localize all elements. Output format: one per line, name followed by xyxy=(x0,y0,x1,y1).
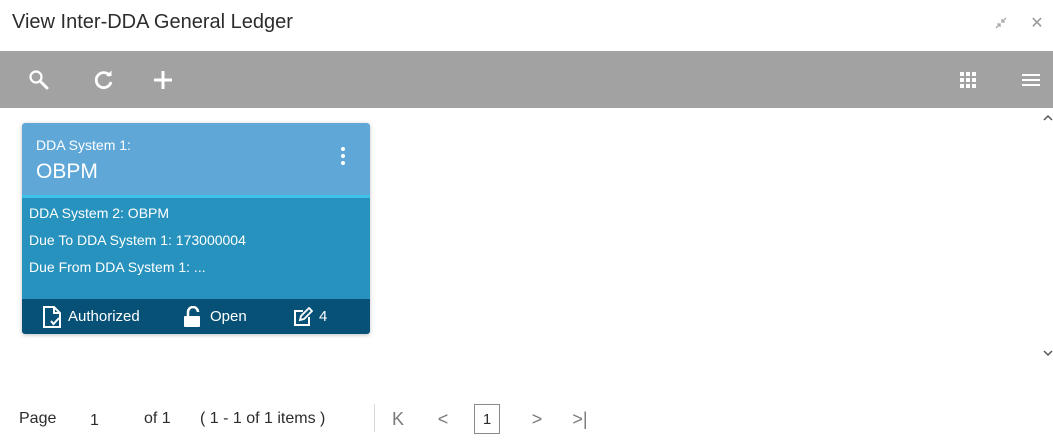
title-bar: View Inter-DDA General Ledger ✕ xyxy=(0,0,1053,50)
first-page-button[interactable]: K xyxy=(388,407,408,431)
open-status: Open xyxy=(182,299,247,334)
dda-system-1-label: DDA System 1: xyxy=(36,137,131,153)
window-title: View Inter-DDA General Ledger xyxy=(12,11,293,33)
previous-page-button[interactable]: < xyxy=(433,407,453,431)
collapse-icon[interactable] xyxy=(990,12,1012,34)
pagination-bar: Page 1 of 1 ( 1 - 1 of 1 items ) K < 1 >… xyxy=(0,398,1053,438)
page-label: Page xyxy=(19,410,57,427)
add-icon[interactable] xyxy=(148,65,178,95)
card-header: DDA System 1: OBPM xyxy=(22,123,370,195)
open-label: Open xyxy=(210,308,247,325)
search-icon[interactable] xyxy=(24,65,54,95)
items-summary: ( 1 - 1 of 1 items ) xyxy=(200,410,326,427)
scroll-down-icon[interactable] xyxy=(1041,346,1053,358)
pager-divider xyxy=(374,404,375,432)
modification-count-value: 4 xyxy=(319,308,328,325)
authorized-label: Authorized xyxy=(68,308,140,325)
refresh-icon[interactable] xyxy=(89,65,119,95)
close-glyph: ✕ xyxy=(1030,15,1044,32)
scroll-up-icon[interactable] xyxy=(1041,111,1053,123)
unlock-icon xyxy=(182,305,202,328)
last-page-button[interactable]: >| xyxy=(570,407,590,431)
grid-view-icon[interactable] xyxy=(953,65,983,95)
modification-count: 4 xyxy=(293,299,327,334)
list-view-icon[interactable] xyxy=(1016,65,1046,95)
record-card[interactable]: DDA System 1: OBPM DDA System 2: OBPM Du… xyxy=(22,123,370,334)
authorized-icon xyxy=(42,305,62,329)
close-icon[interactable]: ✕ xyxy=(1026,12,1048,34)
dda-system-2-row: DDA System 2: OBPM xyxy=(29,205,170,221)
edit-icon xyxy=(293,306,313,327)
toolbar xyxy=(0,51,1053,108)
card-body: DDA System 2: OBPM Due To DDA System 1: … xyxy=(22,198,370,299)
more-options-icon[interactable] xyxy=(338,147,348,167)
card-footer: Authorized Open 4 xyxy=(22,299,370,334)
page-number-input[interactable]: 1 xyxy=(72,405,117,437)
authorized-status: Authorized xyxy=(42,299,140,334)
current-page-button[interactable]: 1 xyxy=(474,404,500,434)
dda-system-1-value: OBPM xyxy=(36,160,98,183)
page-count-label: of 1 xyxy=(144,410,171,427)
next-page-button[interactable]: > xyxy=(527,407,547,431)
due-to-row: Due To DDA System 1: 173000004 xyxy=(29,232,246,248)
due-from-row: Due From DDA System 1: ... xyxy=(29,259,206,275)
